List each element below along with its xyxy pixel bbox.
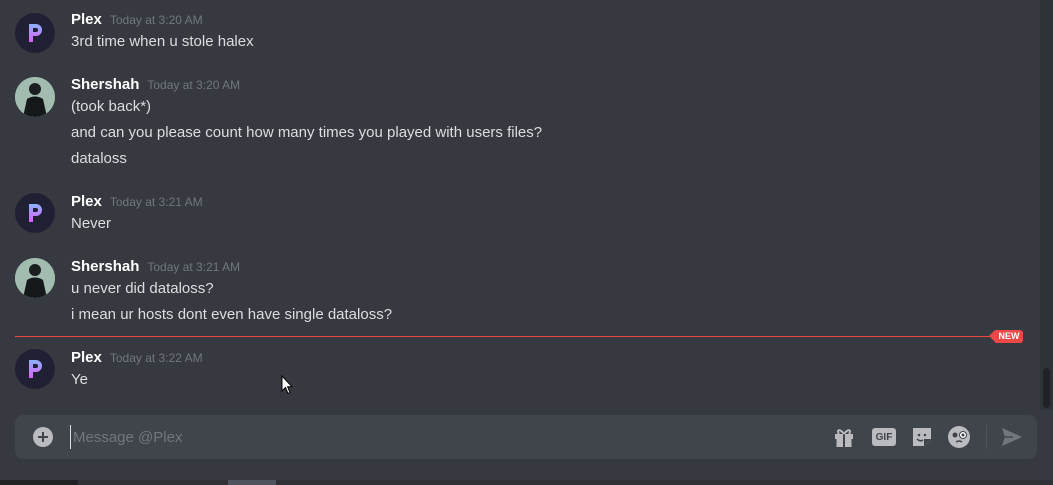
scrollbar-thumb[interactable] bbox=[1043, 368, 1050, 408]
separator bbox=[986, 425, 987, 449]
message-text: 3rd time when u stole halex bbox=[71, 33, 254, 50]
plex-logo-icon bbox=[29, 360, 42, 378]
timestamp: Today at 3:21 AM bbox=[109, 195, 203, 209]
message-header: Shershah Today at 3:20 AM bbox=[71, 76, 240, 94]
user-photo-icon bbox=[15, 77, 55, 117]
plex-logo-icon bbox=[29, 204, 42, 222]
timestamp: Today at 3:21 AM bbox=[147, 260, 241, 274]
timestamp: Today at 3:20 AM bbox=[147, 78, 241, 92]
timestamp: Today at 3:22 AM bbox=[109, 351, 203, 365]
message-input[interactable] bbox=[70, 425, 770, 449]
avatar[interactable] bbox=[15, 193, 55, 233]
emoji-icon[interactable] bbox=[947, 425, 971, 449]
message-text: dataloss bbox=[71, 150, 127, 167]
avatar[interactable] bbox=[15, 13, 55, 53]
chat-messages: Plex Today at 3:20 AM 3rd time when u sto… bbox=[0, 0, 1040, 410]
timestamp: Today at 3:20 AM bbox=[109, 13, 203, 27]
message-composer: GIF bbox=[15, 415, 1037, 459]
author-name[interactable]: Plex bbox=[71, 193, 102, 210]
bottom-bar bbox=[0, 480, 1053, 485]
message-text: and can you please count how many times … bbox=[71, 124, 543, 141]
avatar[interactable] bbox=[15, 258, 55, 298]
bottom-segment bbox=[228, 480, 276, 485]
plex-logo-icon bbox=[29, 24, 42, 42]
author-name[interactable]: Plex bbox=[71, 349, 102, 366]
message-header: Shershah Today at 3:21 AM bbox=[71, 258, 240, 276]
message-text: u never did dataloss? bbox=[71, 280, 214, 297]
avatar[interactable] bbox=[15, 349, 55, 389]
message-text: (took back*) bbox=[71, 98, 152, 115]
avatar[interactable] bbox=[15, 77, 55, 117]
sticker-icon[interactable] bbox=[910, 425, 934, 449]
gif-label: GIF bbox=[875, 431, 893, 443]
author-name[interactable]: Shershah bbox=[71, 258, 139, 275]
message-header: Plex Today at 3:21 AM bbox=[71, 193, 203, 211]
mouse-cursor-icon bbox=[281, 375, 293, 395]
gif-icon[interactable]: GIF bbox=[871, 425, 897, 449]
author-name[interactable]: Shershah bbox=[71, 76, 139, 93]
message-text: Never bbox=[71, 215, 112, 232]
scrollbar-track[interactable] bbox=[1040, 0, 1053, 410]
user-photo-icon bbox=[15, 258, 55, 298]
message-header: Plex Today at 3:22 AM bbox=[71, 349, 203, 367]
message-text: Ye bbox=[71, 371, 88, 388]
author-name[interactable]: Plex bbox=[71, 11, 102, 28]
message-text: i mean ur hosts dont even have single da… bbox=[71, 306, 393, 323]
message-header: Plex Today at 3:20 AM bbox=[71, 11, 203, 29]
new-messages-divider bbox=[15, 336, 995, 337]
bottom-segment bbox=[0, 480, 78, 485]
new-badge: NEW bbox=[989, 330, 1023, 343]
send-icon[interactable] bbox=[1000, 425, 1024, 449]
gift-icon[interactable] bbox=[832, 425, 856, 449]
plus-circle-icon[interactable] bbox=[33, 427, 53, 447]
